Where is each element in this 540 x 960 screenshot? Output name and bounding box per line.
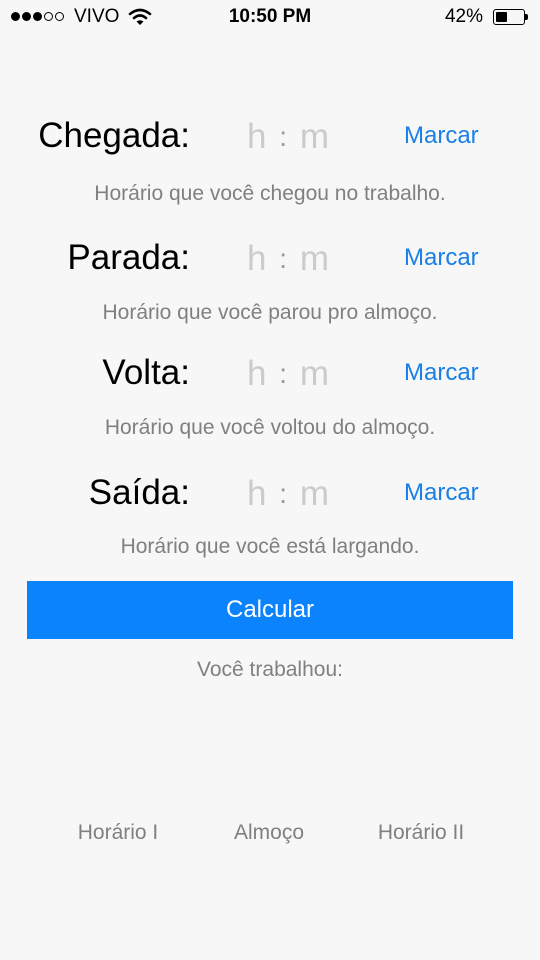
period-two-label: Horário II [377, 821, 465, 844]
hour-placeholder: h [247, 474, 267, 513]
lunch-stop-time-field[interactable]: h : m [247, 239, 329, 279]
battery-body [493, 9, 525, 25]
lunch-return-label: Volta: [102, 353, 190, 392]
arrival-hint: Horário que você chegou no trabalho. [94, 182, 446, 205]
lunch-return-mark-button[interactable]: Marcar [404, 358, 479, 388]
departure-hint: Horário que você está largando. [120, 535, 420, 558]
lunch-stop-hint: Horário que você parou pro almoço. [102, 301, 438, 324]
minute-placeholder: m [299, 474, 329, 513]
time-separator: : [279, 243, 288, 274]
lunch-stop-mark-button[interactable]: Marcar [404, 243, 479, 273]
departure-time-field[interactable]: h : m [247, 474, 329, 514]
lunch-label: Almoço [233, 821, 305, 844]
hour-placeholder: h [247, 354, 267, 393]
lunch-stop-label: Parada: [67, 238, 190, 277]
departure-mark-button[interactable]: Marcar [404, 478, 479, 508]
calculate-button[interactable]: Calcular [27, 581, 513, 639]
time-separator: : [279, 121, 288, 152]
arrival-mark-button[interactable]: Marcar [404, 121, 479, 151]
battery-icon [493, 9, 529, 25]
minute-placeholder: m [299, 239, 329, 278]
minute-placeholder: m [299, 354, 329, 393]
departure-label: Saída: [88, 473, 190, 512]
hour-placeholder: h [247, 239, 267, 278]
battery-tip [525, 14, 528, 20]
minute-placeholder: m [299, 117, 329, 156]
lunch-return-hint: Horário que você voltou do almoço. [104, 416, 436, 439]
lunch-return-time-field[interactable]: h : m [247, 354, 329, 394]
status-bar: VIVO 10:50 PM 42% [0, 0, 540, 36]
arrival-label: Chegada: [38, 116, 190, 155]
arrival-time-field[interactable]: h : m [247, 117, 329, 157]
hour-placeholder: h [247, 117, 267, 156]
worked-time-label: Você trabalhou: [197, 658, 343, 681]
time-separator: : [279, 358, 288, 389]
battery-level-fill [496, 12, 507, 22]
period-one-label: Horário I [77, 821, 159, 844]
time-separator: : [279, 478, 288, 509]
battery-percentage: 42% [444, 6, 483, 27]
